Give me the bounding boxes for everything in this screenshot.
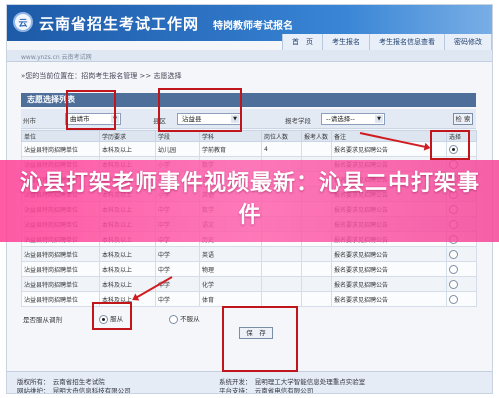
table-cell: 幼儿园 — [155, 141, 200, 157]
column-header: 报考人数 — [301, 130, 332, 142]
table-cell — [301, 141, 332, 157]
subject-label: 报考学段 — [285, 117, 311, 125]
annotation-box-save — [222, 306, 298, 372]
table-cell: 报名要求见招聘公告 — [331, 261, 447, 277]
table-cell: 化学 — [199, 276, 262, 292]
select-cell — [446, 261, 477, 277]
table-header-row: 单位 学历要求 学段 学科 岗位人数 报考人数 备注 选择 — [21, 130, 477, 142]
info-strip: www.ynzs.cn 云南考试网 — [7, 50, 492, 62]
table-cell — [261, 261, 302, 277]
site-title: 云南省招生考试工作网 — [39, 15, 200, 33]
table-cell — [301, 291, 332, 307]
select-radio-icon[interactable] — [449, 249, 458, 259]
table-row[interactable]: 沾益县特岗招聘单位 本科及以上 中学 英语 报名要求见招聘公告 — [21, 246, 477, 262]
annotation-box-city — [66, 90, 116, 130]
column-header: 学科 — [199, 130, 262, 142]
radio-icon[interactable] — [169, 314, 178, 324]
table-cell: 沾益县特岗招聘单位 — [21, 246, 100, 262]
table-cell: 体育 — [199, 291, 262, 307]
table-cell: 报名要求见招聘公告 — [331, 246, 447, 262]
table-cell: 学前教育 — [199, 141, 262, 157]
nav-home[interactable]: 首 页 — [283, 34, 323, 50]
select-radio-icon[interactable] — [449, 294, 458, 304]
table-cell: 中学 — [155, 276, 200, 292]
nav-register[interactable]: 考生报名 — [323, 34, 370, 50]
table-cell: 沾益县特岗招聘单位 — [21, 291, 100, 307]
table-cell — [261, 246, 302, 262]
annotation-box-dispatch — [92, 302, 132, 330]
site-logo-icon: 云 — [13, 12, 33, 32]
select-cell — [446, 246, 477, 262]
search-button[interactable]: 检 索 — [453, 113, 473, 125]
table-cell: 报名要求见招聘公告 — [331, 291, 447, 307]
subject-select[interactable]: --请选择-- ▼ — [321, 113, 385, 125]
table-cell: 中学 — [155, 291, 200, 307]
footer-platform: 平台支持： 云南省电信有限公司 — [219, 387, 314, 394]
dispatch-no-option[interactable]: 不服从 — [169, 313, 200, 324]
column-header: 学历要求 — [99, 130, 156, 142]
table-cell — [301, 276, 332, 292]
banner-headline: 沁县打架老师事件视频最新：沁县二中打架事件 — [20, 171, 481, 228]
top-navigation: 首 页 考生报名 考生报名信息查看 密码修改 — [282, 34, 492, 50]
table-cell: 本科及以上 — [99, 141, 156, 157]
table-cell: 本科及以上 — [99, 246, 156, 262]
footer-maintainer: 网站维护： 昆明大舟信息科技有限公司 — [17, 387, 131, 394]
strip-text: www.ynzs.cn 云南考试网 — [21, 54, 92, 61]
section-title: 特岗教师考试报名 — [213, 21, 293, 32]
chevron-down-icon: ▼ — [375, 115, 383, 123]
dispatch-no-label: 不服从 — [180, 315, 200, 323]
breadcrumb: »您的当前位置在：招岗考生报名管理 >> 志愿选择 — [21, 72, 182, 80]
news-banner: 沁县打架老师事件视频最新：沁县二中打架事件 — [0, 160, 499, 242]
table-cell: 物理 — [199, 261, 262, 277]
table-cell — [301, 246, 332, 262]
select-radio-icon[interactable] — [449, 279, 458, 289]
table-cell: 中学 — [155, 261, 200, 277]
table-cell: 中学 — [155, 246, 200, 262]
table-cell: 沾益县特岗招聘单位 — [21, 276, 100, 292]
nav-view-info[interactable]: 考生报名信息查看 — [370, 34, 445, 50]
select-radio-icon[interactable] — [449, 264, 458, 274]
annotation-box-county — [158, 88, 242, 132]
column-header: 岗位人数 — [261, 130, 302, 142]
column-header: 单位 — [21, 130, 100, 142]
table-row[interactable]: 沾益县特岗招聘单位 本科及以上 中学 化学 报名要求见招聘公告 — [21, 276, 477, 292]
table-cell: 本科及以上 — [99, 261, 156, 277]
table-cell: 英语 — [199, 246, 262, 262]
table-cell — [261, 276, 302, 292]
table-cell: 报名要求见招聘公告 — [331, 276, 447, 292]
table-row[interactable]: 沾益县特岗招聘单位 本科及以上 中学 体育 报名要求见招聘公告 — [21, 291, 477, 307]
table-cell — [301, 261, 332, 277]
select-cell — [446, 276, 477, 292]
site-footer: 版权所有： 云南省招生考试院 网站维护： 昆明大舟信息科技有限公司 系统开发： … — [7, 371, 492, 394]
column-header: 学段 — [155, 130, 200, 142]
annotation-box-select — [430, 130, 470, 160]
dispatch-question: 是否服从调剂 — [23, 316, 62, 324]
nav-change-password[interactable]: 密码修改 — [445, 34, 492, 50]
city-label: 州市 — [23, 117, 36, 125]
table-cell: 4 — [261, 141, 302, 157]
table-row[interactable]: 沾益县特岗招聘单位 本科及以上 中学 物理 报名要求见招聘公告 — [21, 261, 477, 277]
select-cell — [446, 291, 477, 307]
table-cell: 沾益县特岗招聘单位 — [21, 261, 100, 277]
table-cell — [261, 291, 302, 307]
table-cell: 沾益县特岗招聘单位 — [21, 141, 100, 157]
